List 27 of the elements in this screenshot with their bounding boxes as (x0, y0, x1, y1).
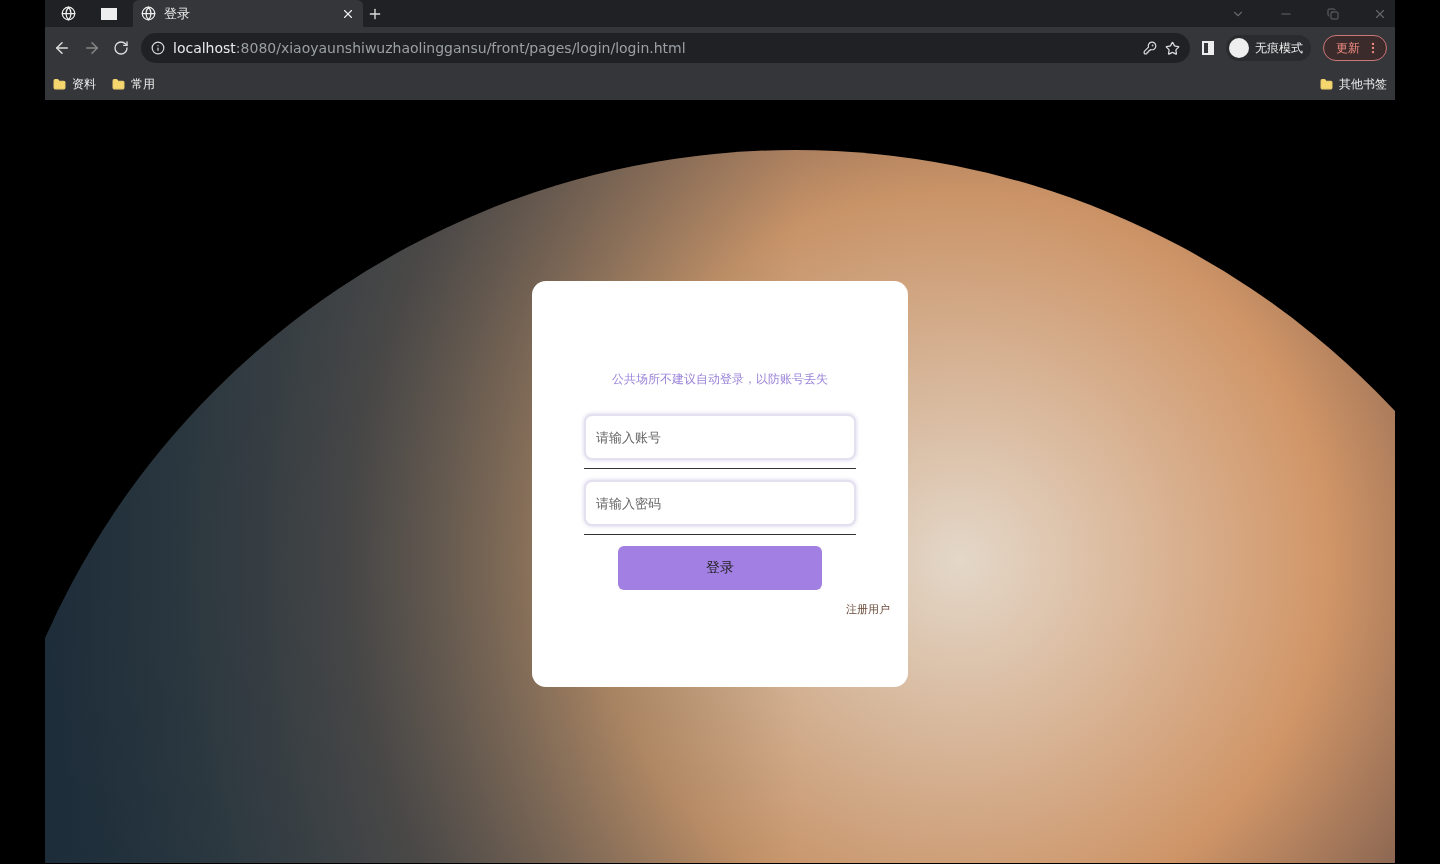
address-bar[interactable]: localhost:8080/xiaoyaunshiwuzhaolinggansu/front/pages/login/login.html (141, 33, 1190, 63)
url-text: localhost:8080/xiaoyaunshiwuzhaolinggansu/front/pages/login/login.html (173, 40, 687, 56)
globe-icon (61, 6, 76, 21)
star-icon[interactable] (1165, 40, 1180, 56)
input-field[interactable]: 请输入密码 (584, 480, 856, 526)
update-button[interactable]: 更新 (1323, 35, 1387, 61)
folder-icon (112, 78, 125, 91)
input-field[interactable]: 请输入账号 (584, 414, 856, 460)
notice-text: 公共场所不建议自动登录，以防账号丢失 (612, 371, 828, 388)
incognito-icon (1229, 38, 1249, 58)
forward-icon[interactable] (83, 39, 101, 57)
bookmark-folder[interactable]: 资料 (53, 76, 96, 93)
side-panel-icon[interactable] (1202, 41, 1214, 55)
register-link[interactable]: 注册用户 (846, 602, 890, 617)
bookmark-folder[interactable]: 常用 (112, 76, 155, 93)
info-icon[interactable] (151, 41, 165, 55)
globe-icon (141, 6, 156, 21)
reload-icon[interactable] (113, 40, 129, 56)
other-bookmarks[interactable]: 其他书签 (1320, 76, 1387, 93)
folder-icon (53, 78, 66, 91)
incognito-profile[interactable]: 无痕模式 (1226, 35, 1311, 61)
folder-icon (1320, 78, 1333, 91)
window-icon (101, 7, 117, 20)
login-button[interactable]: 登录 (618, 546, 822, 590)
browser-tab[interactable]: 登录 (133, 0, 363, 27)
key-icon[interactable] (1143, 41, 1157, 55)
back-icon[interactable] (53, 39, 71, 57)
